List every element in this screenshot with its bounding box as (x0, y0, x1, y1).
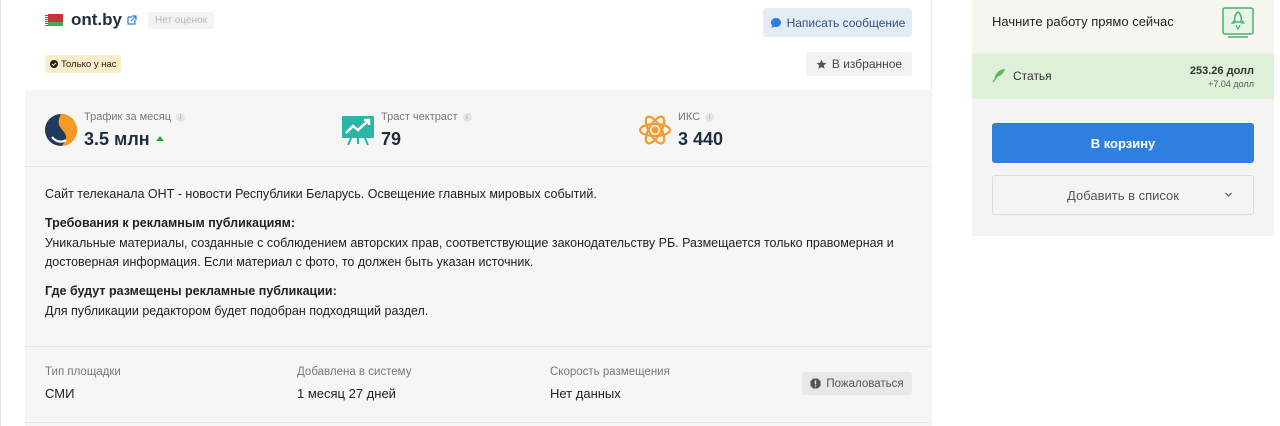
add-to-list-label: Добавить в список (1067, 187, 1179, 203)
metric-traffic: Трафик за месяц i 3.5 млн (44, 110, 186, 150)
detail-value: 1 месяц 27 дней (297, 386, 396, 401)
detail-speed: Скорость размещения Нет данных (550, 366, 670, 401)
atom-icon (638, 115, 672, 145)
start-now-text: Начните работу прямо сейчас (992, 14, 1174, 29)
write-message-label: Написать сообщение (786, 15, 906, 30)
trust-chart-icon (342, 116, 374, 146)
metrics-row: Трафик за месяц i 3.5 млн Траст чектраст… (25, 90, 932, 167)
info-icon[interactable]: i (176, 112, 186, 122)
add-to-cart-button[interactable]: В корзину (992, 123, 1254, 163)
chevron-down-icon (1225, 192, 1232, 197)
description-intro: Сайт телеканала ОНТ - новости Республики… (45, 187, 597, 201)
metric-iks: ИКС i 3 440 (638, 110, 723, 150)
external-link-icon[interactable] (127, 15, 137, 25)
feather-icon (992, 69, 1005, 83)
left-border (0, 0, 1, 426)
exclusive-badge: Только у нас (45, 55, 122, 73)
add-to-favorites-button[interactable]: В избранное (806, 52, 912, 76)
info-icon[interactable]: i (705, 112, 715, 122)
placement-title: Где будут размещены рекламные публикации… (45, 284, 337, 298)
site-name[interactable]: ont.by (71, 10, 122, 30)
order-sidebar: Начните работу прямо сейчас Статья 253.2… (972, 0, 1274, 236)
detail-label: Добавлена в систему (297, 366, 412, 378)
divider (25, 422, 932, 423)
detail-site-type: Тип площадки СМИ (45, 366, 121, 401)
favorites-label: В избранное (831, 57, 903, 71)
metric-trust-value: 79 (381, 129, 402, 149)
detail-label: Тип площадки (45, 366, 121, 378)
metric-iks-label: ИКС i (678, 110, 723, 124)
add-to-list-dropdown[interactable]: Добавить в список (992, 175, 1254, 215)
detail-added: Добавлена в систему 1 месяц 27 дней (297, 366, 411, 401)
report-button[interactable]: Пожаловаться (802, 372, 912, 395)
chat-bubble-icon (770, 17, 781, 28)
rocket-screen-icon (1222, 7, 1254, 38)
metric-iks-value: 3 440 (678, 129, 724, 149)
info-icon[interactable]: i (462, 112, 472, 122)
belarus-flag-icon (45, 14, 63, 26)
report-label: Пожаловаться (826, 377, 904, 390)
divider (25, 346, 932, 347)
site-card-body: Трафик за месяц i 3.5 млн Траст чектраст… (25, 90, 932, 426)
article-label: Статья (1013, 69, 1052, 83)
requirements-title: Требования к рекламным публикациям: (45, 216, 296, 230)
detail-value: Нет данных (550, 386, 621, 401)
trend-up-icon (155, 135, 164, 141)
site-card: ont.by Нет оценок Написать сообщение Тол… (25, 0, 932, 426)
metric-traffic-label: Трафик за месяц i (84, 110, 186, 124)
article-price-row[interactable]: Статья 253.26 долл +7.04 долл (972, 54, 1274, 99)
site-card-header: ont.by Нет оценок Написать сообщение Тол… (25, 0, 932, 90)
article-price-delta: +7.04 долл (1208, 79, 1254, 89)
detail-value: СМИ (45, 386, 75, 401)
metric-traffic-value: 3.5 млн (84, 129, 185, 150)
check-circle-icon (50, 60, 58, 68)
requirements-text: Уникальные материалы, созданные с соблюд… (45, 236, 894, 269)
exclusive-badge-label: Только у нас (61, 58, 117, 70)
site-title-row: ont.by Нет оценок (45, 10, 215, 30)
rating-badge: Нет оценок (148, 11, 215, 29)
metric-trust-label: Траст чектраст i (381, 110, 472, 124)
metric-trust: Траст чектраст i 79 (341, 110, 472, 150)
site-description: Сайт телеканала ОНТ - новости Республики… (45, 185, 915, 321)
star-icon (816, 59, 827, 69)
detail-label: Скорость размещения (550, 366, 670, 378)
placement-text: Для публикации редактором будет подобран… (45, 304, 429, 318)
start-now-box: Начните работу прямо сейчас (972, 0, 1274, 52)
write-message-button[interactable]: Написать сообщение (763, 8, 912, 37)
warning-icon (810, 378, 821, 389)
similarweb-icon (45, 114, 77, 146)
article-price: 253.26 долл (1189, 65, 1254, 77)
